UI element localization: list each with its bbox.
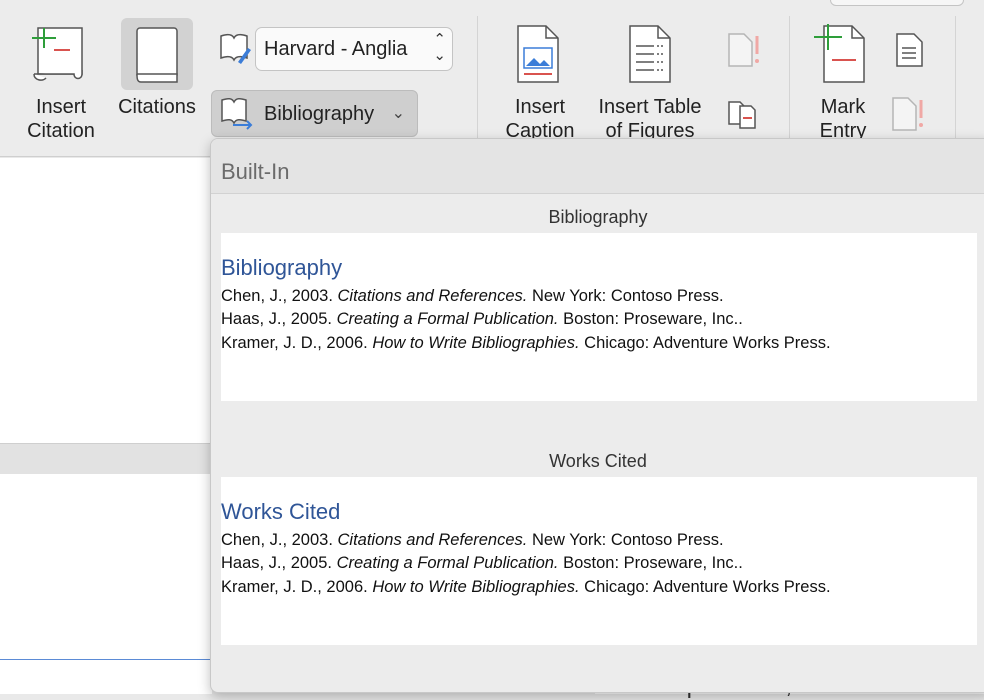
gallery-preview-heading: Bibliography (221, 255, 343, 280)
bibliography-button[interactable]: Bibliography ⌄ (211, 90, 418, 137)
style-select-value: Harvard - Anglia (264, 38, 408, 60)
gallery-preview-entry: Kramer, J. D., 2006. How to Write Biblio… (221, 578, 831, 596)
gallery-preview-entry: Haas, J., 2005. Creating a Formal Public… (221, 310, 743, 328)
insert-citation-label-1: Insert (35, 96, 87, 118)
gallery-preview-entry: Chen, J., 2003. Citations and References… (221, 287, 724, 305)
bibliography-button-label: Bibliography (264, 103, 375, 125)
document-page[interactable] (0, 474, 212, 694)
insert-caption-icon (517, 25, 559, 83)
chevron-down-icon: ⌄ (391, 105, 405, 122)
insert-index-icon[interactable] (894, 32, 926, 68)
search-field-fragment[interactable] (830, 0, 964, 6)
book-icon (136, 27, 178, 83)
bibliography-style-select[interactable]: Harvard - Anglia ⌃ ⌄ (255, 27, 453, 71)
page-gap (0, 443, 212, 475)
update-index-icon[interactable] (890, 96, 926, 132)
ribbon-separator (955, 16, 956, 138)
ribbon-separator (789, 16, 790, 138)
built-in-heading: Built-In (221, 159, 290, 184)
citations-label: Citations (118, 96, 196, 118)
table-of-figures-icon (629, 25, 671, 83)
gallery-preview-entry: Chen, J., 2003. Citations and References… (221, 531, 724, 549)
mark-entry-label-1: Mark (820, 96, 866, 118)
mark-entry-icon (814, 24, 865, 83)
insert-caption-label-1: Insert (514, 96, 566, 118)
gallery-section-title: Bibliography (548, 207, 648, 227)
gallery-item-bibliography[interactable]: Bibliography Chen, J., 2003. Citations a… (221, 233, 977, 401)
bibliography-dropdown: Built-In Bibliography Bibliography Chen,… (210, 138, 984, 693)
document-page[interactable] (0, 158, 212, 443)
insert-citation-icon (32, 27, 83, 81)
gallery-preview-entry: Kramer, J. D., 2006. How to Write Biblio… (221, 334, 831, 352)
cross-reference-icon[interactable] (726, 96, 760, 132)
insert-citation-label-2: Citation (27, 120, 95, 142)
insert-tof-label-1: Insert Table (598, 96, 702, 118)
page-margin-line (0, 659, 212, 660)
gallery-preview-entry: Haas, J., 2005. Creating a Formal Public… (221, 554, 743, 572)
bibliography-icon (221, 97, 253, 130)
gallery-section-title: Works Cited (549, 451, 647, 471)
gallery-preview-heading: Works Cited (221, 499, 341, 524)
updown-arrows-icon: ⌃ ⌄ (433, 31, 446, 64)
gallery-item-works-cited[interactable]: Works Cited Chen, J., 2003. Citations an… (221, 477, 977, 645)
update-table-icon[interactable] (726, 32, 762, 68)
ribbon-separator (477, 16, 478, 138)
ribbon: Insert Citation Citations Harvard - Angl… (0, 0, 984, 157)
style-brush-icon (220, 33, 251, 64)
dropdown-header: Built-In (211, 139, 984, 194)
